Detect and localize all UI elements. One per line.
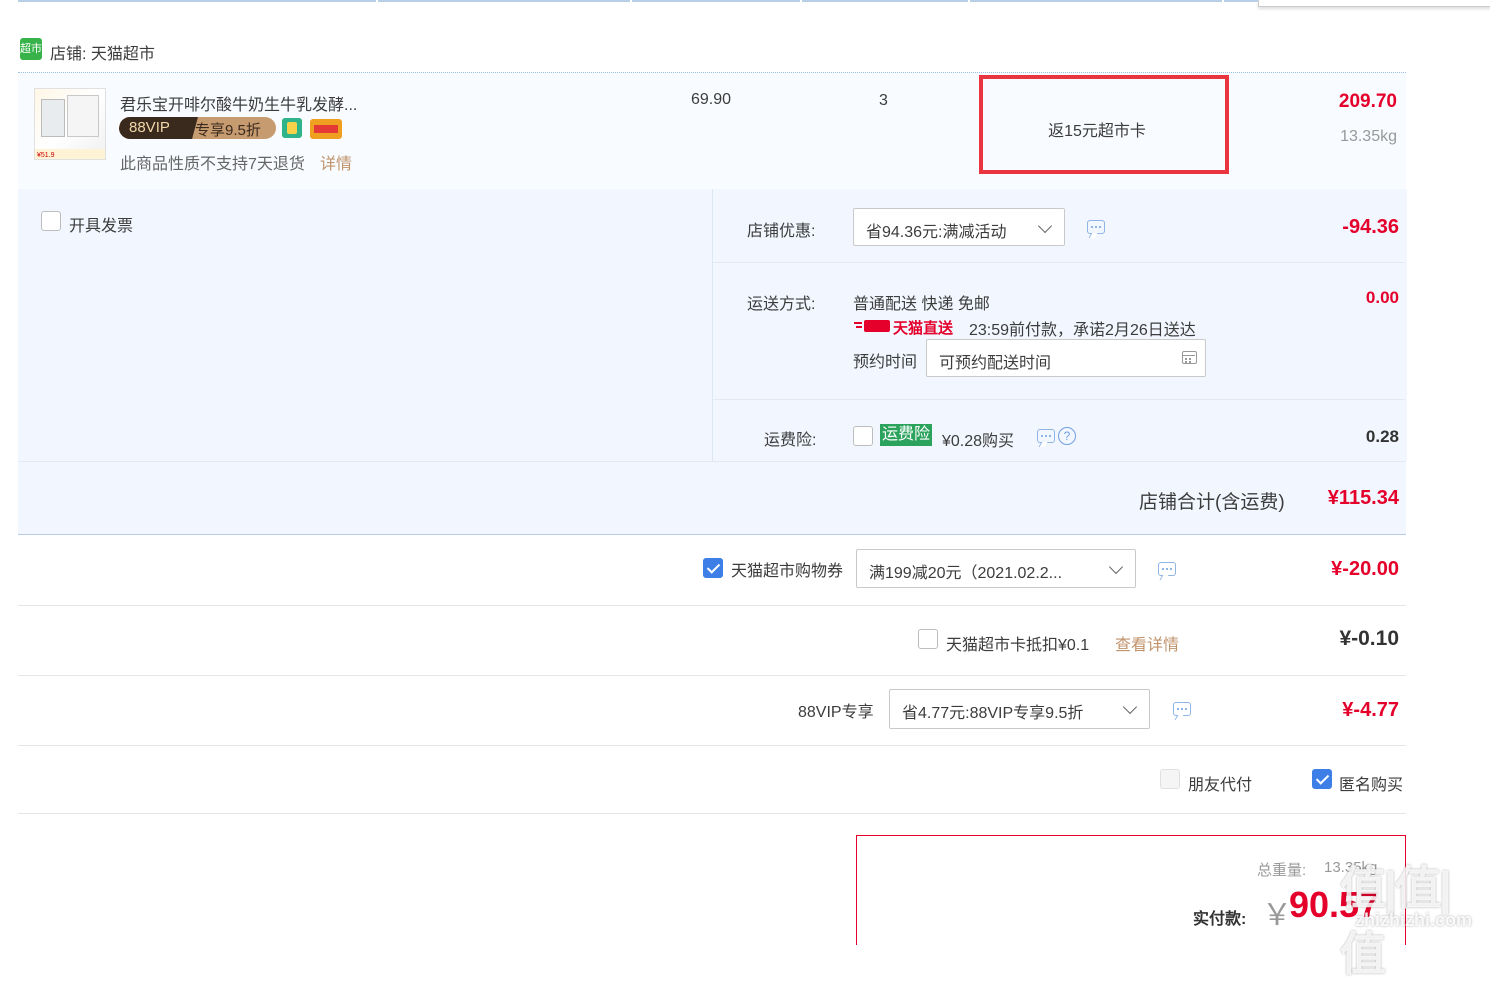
detail-link[interactable]: 详情 [320,150,352,174]
88vip-badge: 88VIP 专享9.5折 [119,117,276,139]
thumb-price: ¥51.9 [37,152,55,159]
shipping-label: 运送方式: [747,296,816,313]
tmall-express-icon [854,319,890,333]
divider [18,675,1406,676]
divider [18,745,1406,746]
return-policy-note: 此商品性质不支持7天退货 [120,156,305,173]
shop-name[interactable]: 店铺: 天猫超市 [50,40,155,64]
divider [18,605,1406,606]
card-icon [310,119,342,139]
insurance-checkbox[interactable] [853,426,873,446]
divider [713,399,1405,400]
popup-edge [1258,0,1490,7]
divider [968,0,970,2]
unit-price: 69.90 [691,91,732,108]
shop-total-label: 店铺合计(含运费) [1139,492,1285,513]
shipping-amount: 0.00 [1365,288,1399,307]
insurance-label: 运费险: [764,432,817,449]
coupon-amount: ¥-20.00 [1331,558,1399,580]
product-thumbnail[interactable]: ¥51.9 [34,88,106,160]
rebate-text: 返15元超市卡 [1048,123,1146,140]
friend-pay-label: 朋友代付 [1188,777,1253,794]
divider [18,461,1406,462]
message-icon[interactable] [1158,562,1176,576]
view-details-link[interactable]: 查看详情 [1115,631,1179,655]
card-deduct-checkbox[interactable] [918,629,938,649]
divider [713,262,1405,263]
chevron-down-icon [1122,699,1138,715]
invoice-label: 开具发票 [69,218,134,235]
vip88-amount: ¥-4.77 [1342,699,1399,721]
chevron-down-icon [1108,559,1124,575]
message-icon[interactable] [1037,429,1055,443]
currency-symbol: ￥ [1262,899,1292,932]
friend-pay-checkbox[interactable] [1160,769,1180,789]
reserve-time-label: 预约时间 [853,354,918,371]
card-deduct-label: 天猫超市卡抵扣¥0.1 [946,637,1090,654]
message-icon[interactable] [1087,220,1105,234]
anonymous-checkbox[interactable] [1312,769,1332,789]
reserve-time-input[interactable]: 可预约配送时间 [926,339,1206,377]
express-brand: 天猫直送 [893,320,954,337]
store-discount-label: 店铺优惠: [747,223,816,240]
shipping-method: 普通配送 快递 免邮 [853,296,990,313]
anonymous-label: 匿名购买 [1339,777,1404,794]
calendar-icon[interactable] [1182,351,1197,364]
divider [376,0,378,2]
insurance-tag: 运费险 [880,424,933,446]
divider [1222,0,1224,2]
message-icon[interactable] [1173,702,1191,716]
insurance-amount: 0.28 [1365,427,1399,446]
invoice-checkbox[interactable] [41,211,61,231]
store-discount-select[interactable]: 省94.36元:满减活动 [853,208,1065,246]
item-weight: 13.35kg [1340,128,1397,145]
chevron-down-icon [1037,218,1053,234]
store-discount-amount: -94.36 [1342,216,1399,238]
coupon-select[interactable]: 满199减20元（2021.02.2... [856,549,1136,588]
total-weight-label: 总重量: [1257,862,1307,879]
divider [630,0,632,2]
quantity: 3 [879,92,888,109]
insurance-price: ¥0.28购买 [942,433,1015,450]
guarantee-icon [282,118,302,138]
shop-total-amount: ¥115.34 [1327,487,1399,509]
item-subtotal: 209.70 [1338,91,1397,112]
pay-label: 实付款: [1193,911,1247,928]
coupon-checkbox[interactable] [703,558,723,578]
delivery-promise: 23:59前付款，承诺2月26日送达 [969,322,1196,339]
divider [800,0,802,2]
help-icon[interactable]: ? [1058,427,1076,445]
product-title[interactable]: 君乐宝开啡尔酸牛奶生牛乳发酵... [120,91,357,115]
watermark-url: zhizhizhi.com [1355,910,1472,930]
tmall-supermarket-icon: 超市 [20,38,42,60]
card-deduct-amount: ¥-0.10 [1339,627,1399,650]
vip88-select[interactable]: 省4.77元:88VIP专享9.5折 [889,689,1150,729]
coupon-label: 天猫超市购物券 [731,563,844,580]
vip88-label: 88VIP专享 [798,704,874,721]
table-top-border [18,0,1258,2]
divider [18,813,1406,814]
